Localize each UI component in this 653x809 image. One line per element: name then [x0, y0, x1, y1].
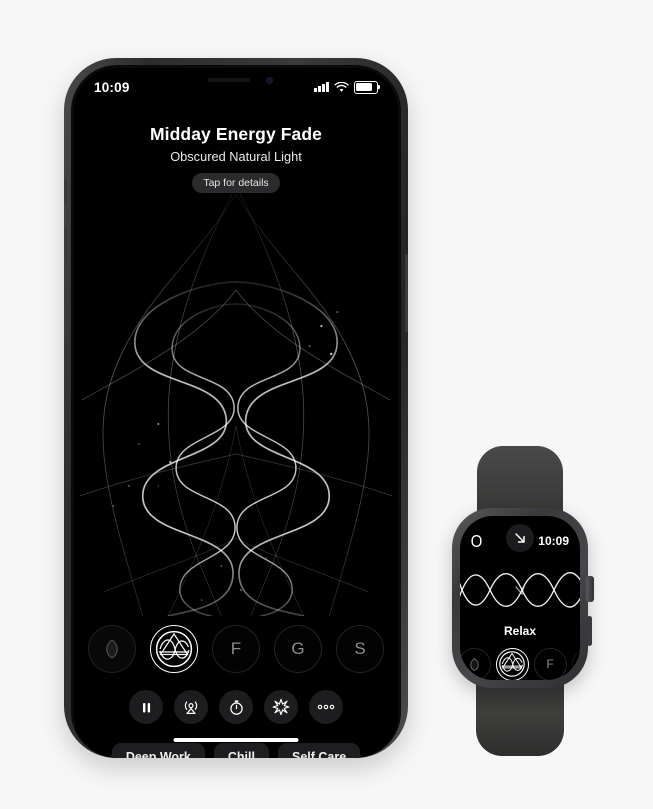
- mode-circle-s[interactable]: S: [336, 625, 384, 673]
- mode-circle-g[interactable]: G: [274, 625, 322, 673]
- volume-up-button[interactable]: [64, 228, 67, 276]
- intensity-button[interactable]: [264, 690, 298, 724]
- mode-circle-leaf[interactable]: [88, 625, 136, 673]
- notch: [180, 68, 292, 95]
- front-camera-icon: [266, 77, 273, 84]
- preset-chips: Deep Work Chill Self Care Study Meditate…: [74, 743, 398, 758]
- watch-mode-circle-leaf[interactable]: [460, 647, 491, 680]
- chip-self-care[interactable]: Self Care: [277, 743, 361, 758]
- watch-case: 10:09 Relax F: [452, 508, 594, 688]
- stopwatch-icon: [229, 699, 243, 715]
- status-indicators: [314, 80, 381, 94]
- apple-watch-device: 10:09 Relax F: [432, 446, 608, 756]
- mode-selector: F G S: [74, 620, 398, 678]
- pause-icon: [142, 702, 150, 712]
- watch-mode-label: Relax: [503, 624, 537, 638]
- watch-outline-icon: [471, 534, 482, 548]
- watch-mode-circle-endel-selected[interactable]: [495, 647, 529, 680]
- watch-time: 10:09: [538, 534, 569, 548]
- endel-logo-icon: [155, 630, 193, 668]
- digital-crown[interactable]: [586, 576, 594, 602]
- pause-button[interactable]: [129, 690, 163, 724]
- page-title: Midday Energy Fade: [150, 124, 322, 144]
- status-time: 10:09: [94, 79, 130, 95]
- watch-mode-label-f: F: [546, 657, 554, 671]
- power-button[interactable]: [405, 254, 408, 332]
- volume-down-button[interactable]: [64, 290, 67, 338]
- iphone-bezel: 10:09 Midday Energy Fade Obscured Natura…: [71, 65, 401, 758]
- watch-side-button[interactable]: [587, 616, 592, 646]
- mute-switch[interactable]: [64, 178, 67, 204]
- leaf-icon: [469, 657, 479, 671]
- particle-dots: [112, 311, 338, 601]
- session-header: Midday Energy Fade Obscured Natural Ligh…: [74, 124, 398, 193]
- timer-button[interactable]: [219, 690, 253, 724]
- signal-bars-icon: [314, 82, 329, 92]
- watch-wave-canvas: [460, 572, 580, 608]
- watch-mode-circle-partial[interactable]: [571, 647, 580, 680]
- chip-row-primary: Deep Work Chill Self Care: [74, 743, 398, 758]
- iphone-screen: 10:09 Midday Energy Fade Obscured Natura…: [74, 68, 398, 758]
- home-indicator[interactable]: [173, 737, 299, 742]
- airplay-icon: [184, 701, 198, 714]
- ellipsis-icon: [317, 704, 335, 710]
- watch-mode-circle-f[interactable]: F: [533, 647, 567, 680]
- watch-mode-selector: F: [460, 644, 580, 680]
- starburst-icon: [272, 698, 290, 716]
- earpiece-speaker-icon: [208, 78, 251, 82]
- tap-for-details-button[interactable]: Tap for details: [192, 173, 280, 193]
- airplay-button[interactable]: [174, 690, 208, 724]
- battery-icon: [354, 80, 381, 94]
- wave-canvas: [79, 186, 393, 616]
- soundscape-visualization[interactable]: [74, 186, 398, 616]
- more-button[interactable]: [309, 690, 343, 724]
- watch-visualization: [460, 560, 580, 620]
- endel-logo-icon: [499, 651, 525, 677]
- playback-controls: [74, 685, 398, 729]
- scene: 10:09 Midday Energy Fade Obscured Natura…: [0, 0, 653, 809]
- wifi-icon: [334, 81, 349, 92]
- watch-status-bar: 10:09: [460, 527, 580, 555]
- mode-circle-endel-selected[interactable]: [150, 625, 198, 673]
- iphone-device: 10:09 Midday Energy Fade Obscured Natura…: [64, 58, 408, 758]
- watch-screen: 10:09 Relax F: [460, 516, 580, 680]
- chip-chill[interactable]: Chill: [213, 743, 269, 758]
- page-subtitle: Obscured Natural Light: [170, 149, 302, 164]
- mode-label: G: [291, 639, 305, 658]
- mode-label: F: [230, 639, 242, 658]
- mode-label: S: [354, 639, 366, 658]
- chip-deep-work[interactable]: Deep Work: [111, 743, 205, 758]
- leaf-icon: [106, 639, 118, 659]
- mode-circle-f[interactable]: F: [212, 625, 260, 673]
